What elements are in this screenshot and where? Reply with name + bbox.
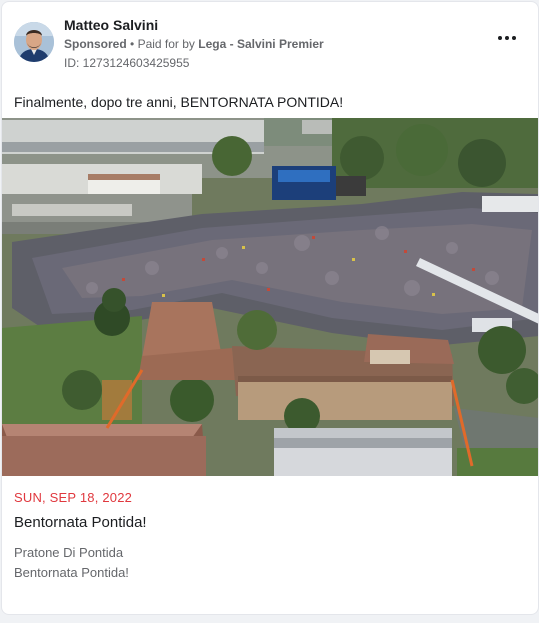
sponsorship-line: Sponsored • Paid for by Lega - Salvini P… <box>64 37 324 51</box>
payer-name[interactable]: Lega - Salvini Premier <box>198 37 323 51</box>
ellipsis-horizontal-icon[interactable] <box>496 32 518 44</box>
profile-photo <box>14 22 54 62</box>
description-line-1: Pratone Di Pontida <box>14 545 124 560</box>
preview-description: Pratone Di Pontida Bentornata Pontida! <box>14 543 526 583</box>
ad-card: Matteo Salvini Sponsored • Paid for by L… <box>1 1 539 615</box>
sponsored-label: Sponsored <box>64 37 127 51</box>
ad-library-id: ID: 1273124603425955 <box>64 56 190 70</box>
advertiser-avatar[interactable] <box>14 22 54 62</box>
advertiser-name[interactable]: Matteo Salvini <box>64 17 158 33</box>
ad-header: Matteo Salvini Sponsored • Paid for by L… <box>14 16 526 72</box>
preview-headline[interactable]: Bentornata Pontida! <box>14 514 526 531</box>
event-aerial-photo[interactable] <box>2 118 539 476</box>
separator-dot: • <box>130 37 138 51</box>
link-preview[interactable]: SUN, SEP 18, 2022 Bentornata Pontida! Pr… <box>14 490 526 583</box>
ad-body-text: Finalmente, dopo tre anni, BENTORNATA PO… <box>14 94 344 110</box>
description-line-2: Bentornata Pontida! <box>14 565 129 580</box>
paid-for-prefix: Paid for by <box>137 37 195 51</box>
event-date: SUN, SEP 18, 2022 <box>14 490 133 505</box>
